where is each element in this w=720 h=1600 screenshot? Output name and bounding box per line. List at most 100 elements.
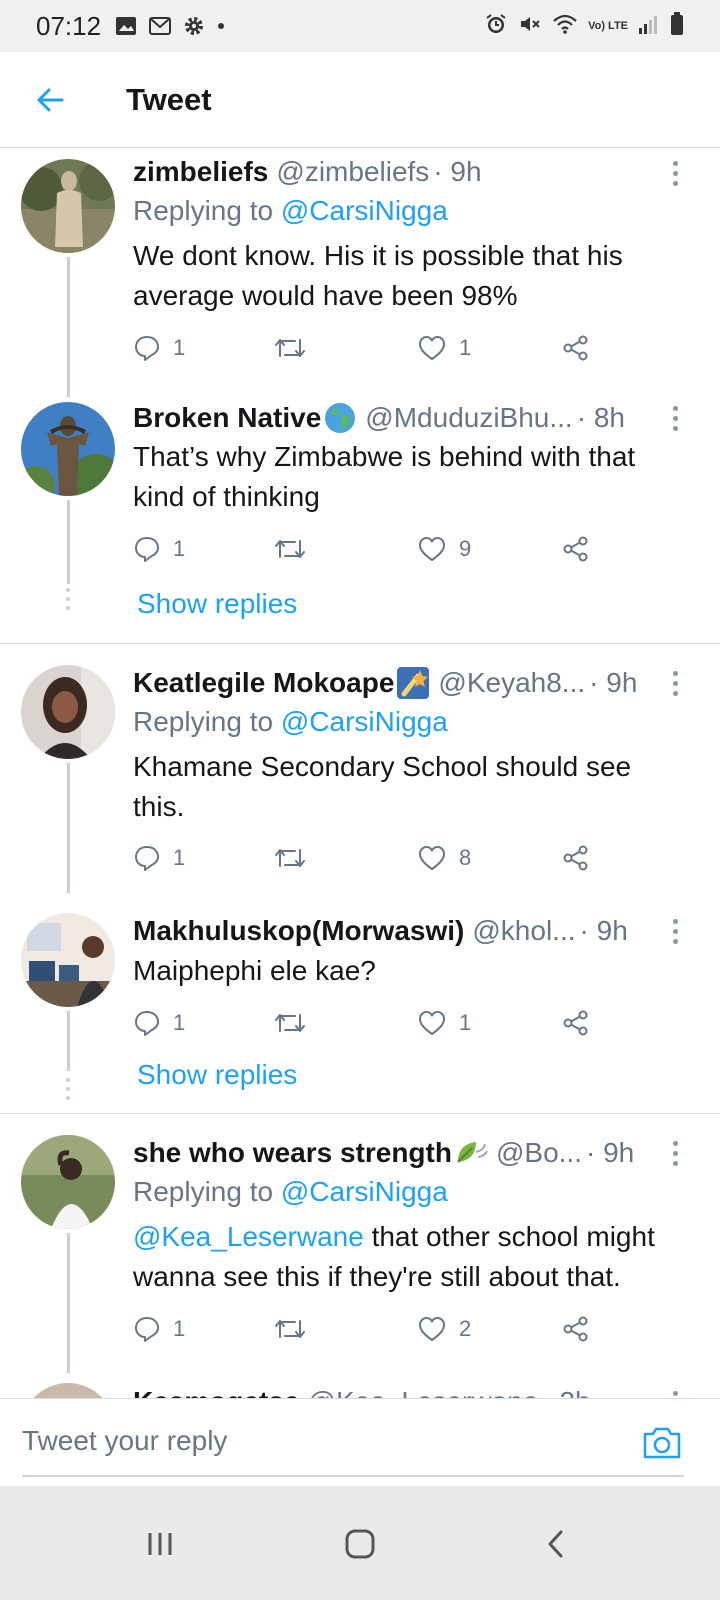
page-title: Tweet [126,81,212,117]
tweet-header: Makhuluskop(Morwaswi) @khol... · 9h [133,912,680,950]
more-options-icon[interactable] [670,919,680,944]
like-button[interactable]: 2 [417,1309,471,1349]
thread-connector [67,500,70,584]
like-count: 2 [459,1316,472,1341]
retweet-icon [275,1014,305,1032]
reply-icon [135,1011,159,1036]
heart-icon [419,1011,445,1035]
like-button[interactable]: 9 [417,529,471,569]
camera-button[interactable] [640,1421,684,1465]
reply-input[interactable]: Tweet your reply [22,1425,582,1457]
avatar[interactable] [21,1135,115,1229]
avatar[interactable] [21,402,115,496]
system-nav-bar [0,1486,720,1600]
replying-to: Replying to @CarsiNigga [133,1176,448,1208]
gallery-icon [115,16,137,36]
avatar[interactable] [21,665,115,759]
tweet-item[interactable]: Keatlegile Mokoape @Keyah8... · 9h Reply… [0,645,720,893]
reply-count: 1 [173,1316,186,1341]
username[interactable]: @zimbeliefs [276,156,429,188]
username[interactable]: @Bo... [496,1137,582,1169]
heart-icon [419,1317,445,1341]
show-replies-link[interactable]: Show replies [137,1059,297,1091]
share-icon [563,1316,588,1342]
tweet-header: Keatlegile Mokoape @Keyah8... · 9h [133,664,680,702]
replying-to-mention[interactable]: @CarsiNigga [281,706,448,737]
display-name[interactable]: Makhuluskop(Morwaswi) [133,915,464,947]
share-button[interactable] [561,838,591,878]
avatar[interactable] [21,913,115,1007]
reply-button[interactable]: 1 [133,838,185,878]
share-icon [563,1010,588,1036]
back-nav-button[interactable] [526,1514,586,1574]
reply-count: 1 [173,845,186,870]
retweet-button[interactable] [273,838,319,878]
reply-icon [135,1317,159,1342]
retweet-button[interactable] [273,1003,319,1043]
app-bar: Tweet [0,52,720,148]
username[interactable]: @khol... [472,915,575,947]
home-button[interactable] [330,1514,390,1574]
tweet-actions: 1 8 [133,838,633,878]
reply-count: 1 [173,1010,186,1035]
more-options-icon[interactable] [670,161,680,186]
display-name[interactable]: Keatlegile Mokoape [133,667,394,699]
arrow-left-icon [37,88,64,111]
show-replies-link[interactable]: Show replies [137,588,297,620]
tweet-item[interactable]: zimbeliefs @zimbeliefs · 9h Replying to … [0,149,720,397]
gmail-icon [149,17,172,35]
display-name[interactable]: she who wears strength [133,1137,452,1169]
like-count: 1 [459,1010,472,1035]
reply-button[interactable]: 1 [133,1309,185,1349]
heart-icon [419,336,445,360]
reply-button[interactable]: 1 [133,1003,185,1043]
shooting-star-emoji-icon [397,667,430,699]
display-name[interactable]: zimbeliefs [133,156,268,188]
tweet-item[interactable]: Makhuluskop(Morwaswi) @khol... · 9h Maip… [0,893,720,1113]
retweet-button[interactable] [273,328,319,368]
share-button[interactable] [561,1309,591,1349]
replies-feed[interactable]: zimbeliefs @zimbeliefs · 9h Replying to … [0,149,720,1427]
display-name[interactable]: Broken Native [133,402,321,434]
replying-to: Replying to @CarsiNigga [133,195,448,227]
username[interactable]: @Keyah8... [438,667,585,699]
like-button[interactable]: 8 [417,838,471,878]
timestamp: · 9h [433,156,482,187]
reply-composer: Tweet your reply [0,1398,720,1486]
more-options-icon[interactable] [670,671,680,696]
more-options-icon[interactable] [670,1141,680,1166]
recent-apps-icon [148,1533,172,1555]
thread-connector [67,257,70,397]
like-button[interactable]: 1 [417,328,471,368]
retweet-button[interactable] [273,529,319,569]
reply-button[interactable]: 1 [133,529,185,569]
like-count: 9 [459,536,472,561]
tweet-text: That’s why Zimbabwe is behind with that … [133,441,636,512]
back-button[interactable] [18,68,82,132]
replying-to-mention[interactable]: @CarsiNigga [281,1176,448,1207]
username[interactable]: @MduduziBhu... [365,402,572,434]
replying-to-mention[interactable]: @CarsiNigga [281,195,448,226]
chevron-left-icon [548,1530,563,1558]
avatar[interactable] [21,159,115,253]
thread-connector [67,763,70,893]
thread-dots [66,1078,71,1105]
mention-link[interactable]: @Kea_Leserwane [133,1221,364,1252]
share-button[interactable] [561,1003,591,1043]
more-options-icon[interactable] [670,406,680,431]
like-button[interactable]: 1 [417,1003,471,1043]
share-button[interactable] [561,328,591,368]
signal-icon [638,13,660,40]
share-button[interactable] [561,529,591,569]
settings-gear-icon [183,15,205,37]
reply-count: 1 [173,536,186,561]
alarm-icon [484,12,508,41]
tweet-header: zimbeliefs @zimbeliefs · 9h [133,153,680,191]
notification-dot-icon [217,22,225,30]
retweet-button[interactable] [273,1309,319,1349]
tweet-item[interactable]: she who wears strength @Bo... · 9h Reply… [0,1115,720,1373]
recent-apps-button[interactable] [130,1514,190,1574]
tweet-item[interactable]: Broken Native @MduduziBhu... · 8h That’s… [0,392,720,645]
thread-connector [67,1011,70,1071]
reply-button[interactable]: 1 [133,328,185,368]
